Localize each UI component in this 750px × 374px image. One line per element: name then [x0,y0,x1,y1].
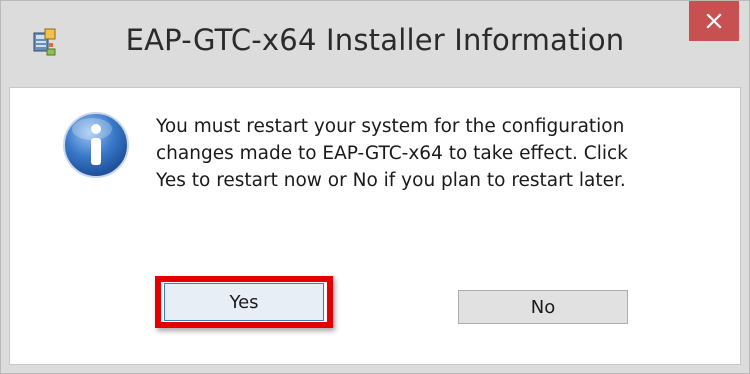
message-line: changes made to EAP-GTC-x64 to take effe… [156,143,628,164]
title-bar[interactable]: EAP-GTC-x64 Installer Information [1,1,749,87]
no-button[interactable]: No [458,290,628,324]
message-line: Yes to restart now or No if you plan to … [156,170,626,191]
close-button[interactable] [689,1,739,41]
info-icon [62,111,130,179]
installer-icon [31,27,59,57]
dialog-window: EAP-GTC-x64 Installer Information You mu… [0,0,750,374]
message-line: You must restart your system for the con… [156,116,625,137]
close-icon [706,13,722,29]
dialog-message: You must restart your system for the con… [156,113,716,194]
yes-button[interactable]: Yes [164,283,324,321]
window-title: EAP-GTC-x64 Installer Information [125,23,625,57]
dialog-body: You must restart your system for the con… [9,87,741,365]
